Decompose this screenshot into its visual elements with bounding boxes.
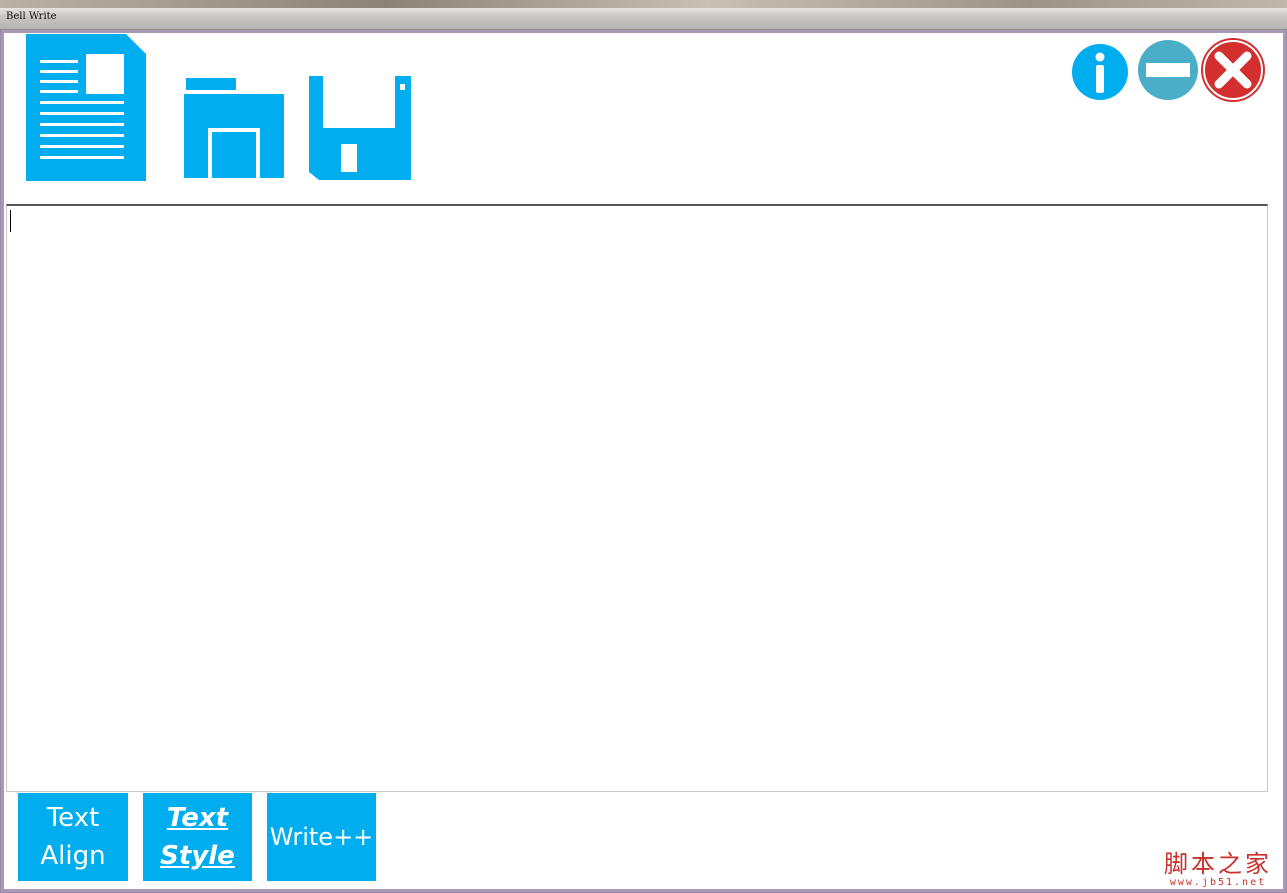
text-style-label-line2: Style xyxy=(160,841,235,871)
text-caret xyxy=(10,210,11,232)
open-folder-button[interactable] xyxy=(184,78,284,178)
info-button[interactable] xyxy=(1071,43,1129,101)
text-style-button[interactable]: Text Style xyxy=(143,793,252,881)
new-document-button[interactable] xyxy=(26,34,146,181)
info-icon xyxy=(1072,44,1128,100)
window-title: Bell Write xyxy=(6,11,57,22)
minimize-button[interactable] xyxy=(1137,39,1199,101)
app-client-area: Text Align Text Style Write++ 脚本之家 www.j… xyxy=(4,33,1283,889)
write-plus-plus-button[interactable]: Write++ xyxy=(267,793,376,881)
close-icon xyxy=(1201,38,1265,102)
window-frame: Text Align Text Style Write++ 脚本之家 www.j… xyxy=(1,30,1286,892)
watermark-url: www.jb51.net xyxy=(1169,877,1267,888)
floppy-disk-icon xyxy=(309,76,411,180)
text-align-label-line2: Align xyxy=(40,841,106,871)
watermark-main-text: 脚本之家 xyxy=(1164,850,1272,878)
desktop-background-strip xyxy=(0,0,1287,8)
close-button[interactable] xyxy=(1200,37,1266,103)
minimize-icon xyxy=(1138,40,1198,100)
text-editor[interactable] xyxy=(6,204,1268,792)
text-align-button[interactable]: Text Align xyxy=(18,793,128,881)
write-plus-plus-label: Write++ xyxy=(269,823,374,851)
text-style-label-line1: Text xyxy=(166,803,229,833)
title-bar[interactable]: Bell Write xyxy=(0,8,1287,30)
folder-icon xyxy=(184,78,284,178)
text-align-label-line1: Text xyxy=(46,803,100,833)
document-icon xyxy=(26,34,146,181)
site-watermark: 脚本之家 www.jb51.net xyxy=(1158,851,1278,891)
save-button[interactable] xyxy=(309,76,411,180)
